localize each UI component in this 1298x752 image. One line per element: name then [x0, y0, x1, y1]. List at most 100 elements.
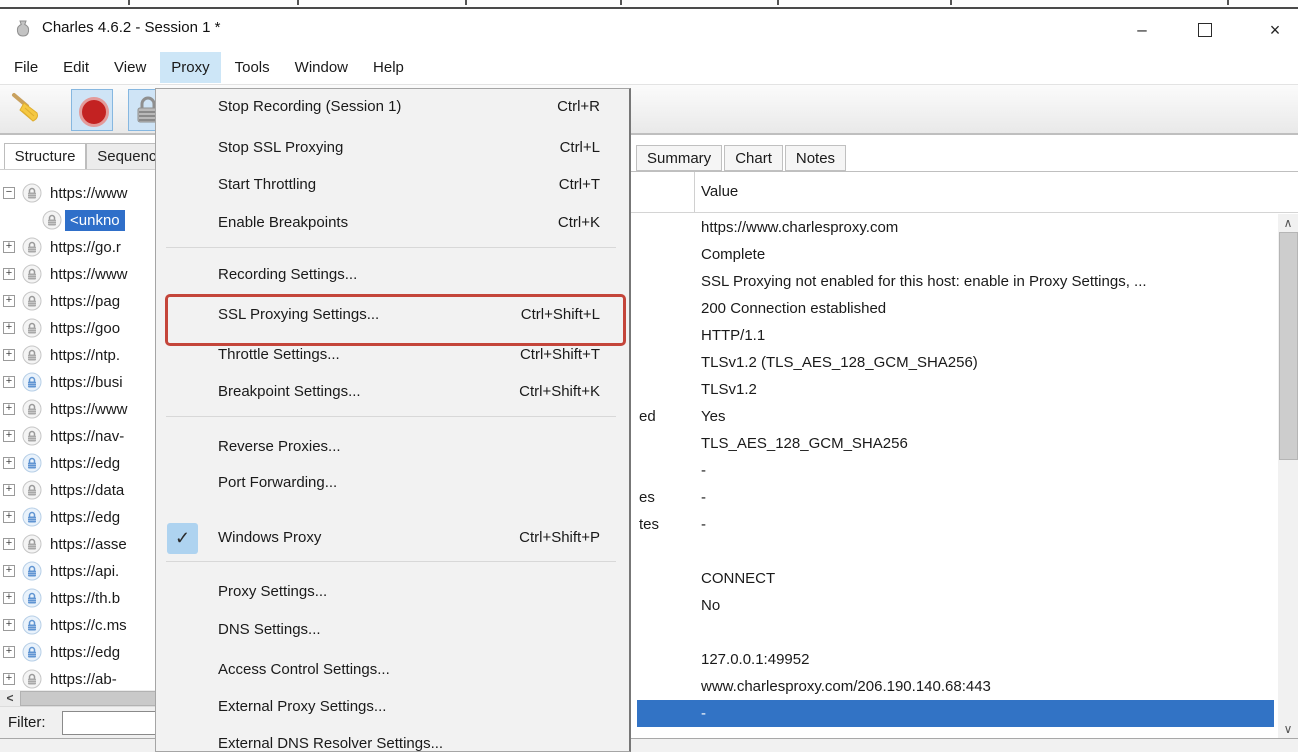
row-value: - [701, 700, 706, 727]
divider [1227, 0, 1229, 5]
expand-toggle-icon[interactable]: + [3, 403, 15, 415]
table-row[interactable]: 127.0.0.1:49952 [637, 646, 1274, 673]
expand-toggle-icon[interactable]: + [3, 457, 15, 469]
menu-item-dns-settings[interactable]: DNS Settings... [156, 612, 626, 650]
menu-item-recording-settings[interactable]: Recording Settings... [156, 257, 626, 295]
maximize-button[interactable] [1182, 13, 1228, 47]
menu-item-reverse-proxies[interactable]: Reverse Proxies... [156, 429, 626, 467]
table-row[interactable] [637, 619, 1274, 646]
tree-item-label: https://asse [50, 534, 127, 555]
record-button[interactable] [71, 89, 113, 131]
menu-bar: FileEditViewProxyToolsWindowHelp [0, 52, 1298, 85]
scroll-down-arrow-icon[interactable]: ∨ [1278, 720, 1298, 738]
tree-item-label: https://th.b [50, 588, 120, 609]
expand-toggle-icon[interactable]: + [3, 619, 15, 631]
row-value: TLSv1.2 (TLS_AES_128_GCM_SHA256) [701, 349, 978, 376]
clear-session-button[interactable] [8, 89, 48, 129]
ssl-proxying-highlight-box [165, 294, 626, 346]
table-row[interactable]: https://www.charlesproxy.com [637, 214, 1274, 241]
menu-item-access-control-settings[interactable]: Access Control Settings... [156, 652, 626, 690]
menubar-item-proxy[interactable]: Proxy [160, 52, 220, 83]
menubar-item-view[interactable]: View [103, 52, 157, 83]
table-row[interactable]: TLSv1.2 [637, 376, 1274, 403]
menubar-item-help[interactable]: Help [362, 52, 415, 83]
tree-item-label: https://edg [50, 507, 120, 528]
expand-toggle-icon[interactable]: + [3, 241, 15, 253]
tree-item-label: https://edg [50, 642, 120, 663]
menu-item-stop-ssl-proxying[interactable]: Stop SSL ProxyingCtrl+L [156, 130, 626, 168]
table-row[interactable]: edYes [637, 403, 1274, 430]
menu-item-label: External Proxy Settings... [218, 698, 386, 715]
menu-item-label: Stop SSL Proxying [218, 139, 343, 156]
table-row[interactable]: HTTP/1.1 [637, 322, 1274, 349]
expand-toggle-icon[interactable]: + [3, 565, 15, 577]
tree-item-label: https://www [50, 264, 128, 285]
expand-toggle-icon[interactable]: + [3, 349, 15, 361]
row-value: 127.0.0.1:49952 [701, 646, 809, 673]
charles-app-icon [13, 20, 33, 40]
expand-toggle-icon[interactable]: + [3, 322, 15, 334]
menu-item-label: Breakpoint Settings... [218, 383, 361, 400]
lock-blue-icon [22, 561, 42, 581]
expand-toggle-icon[interactable]: + [3, 268, 15, 280]
table-row[interactable]: No [637, 592, 1274, 619]
table-row[interactable]: es- [637, 484, 1274, 511]
table-row[interactable] [637, 538, 1274, 565]
menubar-item-edit[interactable]: Edit [52, 52, 100, 83]
lock-icon [22, 399, 42, 419]
expand-toggle-icon[interactable]: + [3, 592, 15, 604]
table-row[interactable]: 200 Connection established [637, 295, 1274, 322]
table-row[interactable]: SSL Proxying not enabled for this host: … [637, 268, 1274, 295]
proxy-dropdown-menu: Stop Recording (Session 1)Ctrl+RStop SSL… [155, 88, 631, 752]
scroll-up-arrow-icon[interactable]: ∧ [1278, 214, 1298, 232]
menu-item-shortcut: Ctrl+Shift+K [519, 383, 600, 400]
table-row[interactable]: TLS_AES_128_GCM_SHA256 [637, 430, 1274, 457]
table-row[interactable]: CONNECT [637, 565, 1274, 592]
menu-item-stop-recording-session-1[interactable]: Stop Recording (Session 1)Ctrl+R [156, 89, 626, 127]
lock-icon [22, 345, 42, 365]
table-row[interactable]: tes- [637, 511, 1274, 538]
table-row[interactable]: TLSv1.2 (TLS_AES_128_GCM_SHA256) [637, 349, 1274, 376]
table-row[interactable]: - [637, 457, 1274, 484]
menu-item-external-proxy-settings[interactable]: External Proxy Settings... [156, 689, 626, 727]
expand-toggle-icon[interactable]: + [3, 511, 15, 523]
menu-item-proxy-settings[interactable]: Proxy Settings... [156, 574, 626, 612]
expand-toggle-icon[interactable]: + [3, 484, 15, 496]
menu-item-external-dns-resolver-settings[interactable]: External DNS Resolver Settings... [156, 726, 626, 752]
menu-item-label: Enable Breakpoints [218, 214, 348, 231]
row-value: Yes [701, 403, 725, 430]
table-row[interactable]: Complete [637, 241, 1274, 268]
expand-toggle-icon[interactable]: + [3, 295, 15, 307]
divider [128, 0, 130, 5]
menu-separator [166, 416, 616, 417]
menu-item-enable-breakpoints[interactable]: Enable BreakpointsCtrl+K [156, 205, 626, 243]
expand-toggle-icon[interactable]: + [3, 646, 15, 658]
detail-panel: SummaryChartNotes Value https://www.char… [630, 135, 1298, 738]
scroll-left-arrow-icon[interactable]: < [2, 690, 18, 706]
tree-item-label: https://pag [50, 291, 120, 312]
detail-vertical-scrollbar[interactable]: ∧ ∨ [1278, 214, 1298, 738]
expand-toggle-icon[interactable]: + [3, 430, 15, 442]
minimize-button[interactable]: – [1119, 13, 1165, 47]
menu-item-label: DNS Settings... [218, 621, 321, 638]
divider [950, 0, 952, 5]
tree-item-label: https://data [50, 480, 124, 501]
close-button[interactable]: × [1252, 13, 1298, 47]
menubar-item-tools[interactable]: Tools [224, 52, 281, 83]
menu-item-start-throttling[interactable]: Start ThrottlingCtrl+T [156, 167, 626, 205]
menu-item-breakpoint-settings[interactable]: Breakpoint Settings... Ctrl+Shift+K [156, 374, 626, 412]
expand-toggle-icon[interactable]: + [3, 673, 15, 685]
menu-item-windows-proxy[interactable]: Windows ProxyCtrl+Shift+P [156, 520, 626, 558]
expand-toggle-icon[interactable]: + [3, 538, 15, 550]
lock-icon [22, 534, 42, 554]
expand-toggle-icon[interactable]: + [3, 376, 15, 388]
collapse-toggle-icon[interactable]: − [3, 187, 15, 199]
table-row[interactable]: www.charlesproxy.com/206.190.140.68:443 [637, 673, 1274, 700]
sidebar-tab-structure[interactable]: Structure [4, 143, 86, 170]
menubar-item-window[interactable]: Window [284, 52, 359, 83]
record-icon [79, 97, 109, 127]
table-row[interactable]: - [637, 700, 1274, 727]
menubar-item-file[interactable]: File [3, 52, 49, 83]
vertical-scroll-thumb[interactable] [1279, 232, 1298, 460]
menu-item-port-forwarding[interactable]: Port Forwarding... [156, 465, 626, 503]
